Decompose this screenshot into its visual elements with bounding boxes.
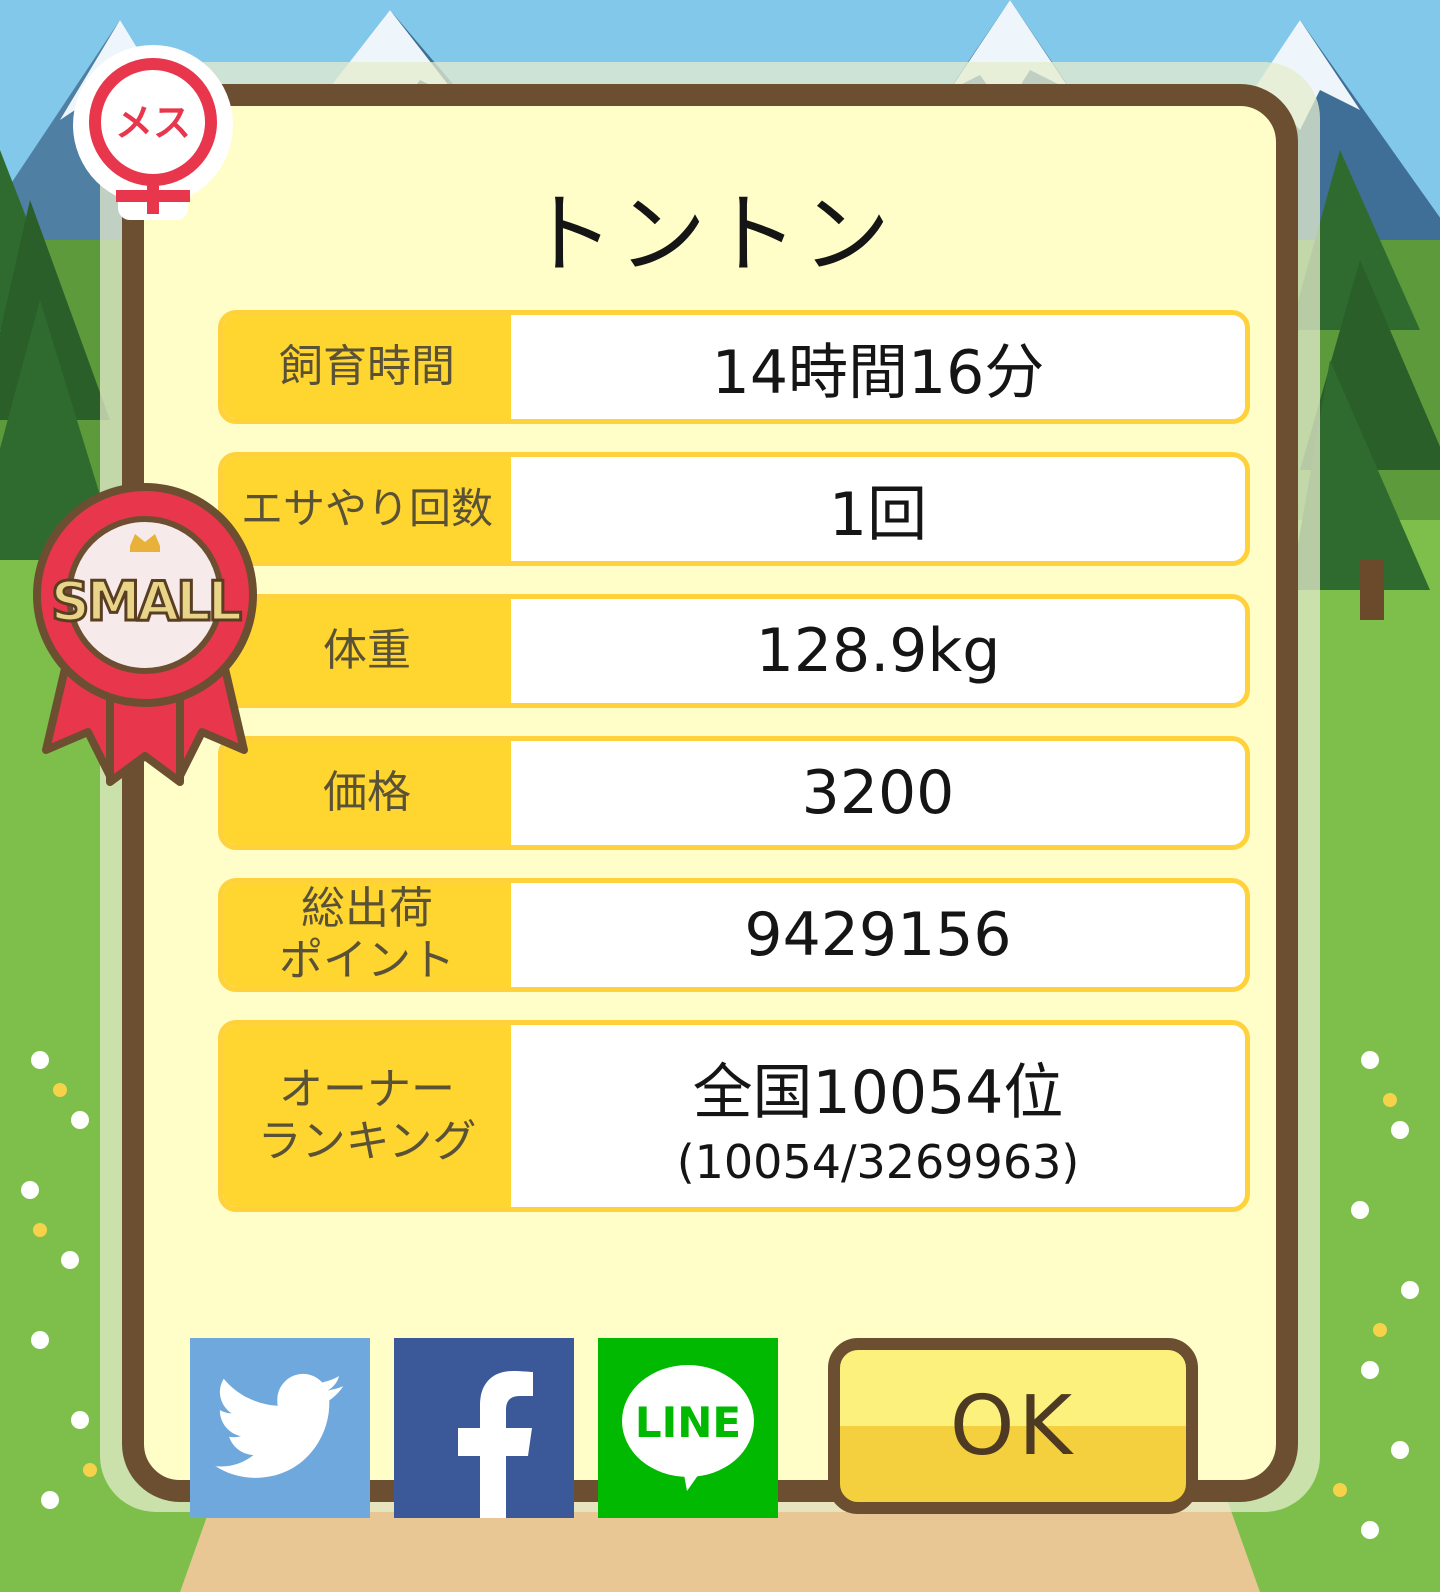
stat-value-text: 1回 <box>828 479 928 550</box>
ranking-text: 全国10054位 <box>692 1057 1064 1128</box>
size-badge-text: SMALL <box>51 570 241 633</box>
stat-label: 飼育時間 <box>223 315 511 419</box>
stat-row-weight: 体重 128.9kg <box>218 594 1250 708</box>
line-logo-text: LINE <box>635 1398 741 1447</box>
stat-value-text: 14時間16分 <box>711 337 1045 408</box>
stat-row-breeding-time: 飼育時間 14時間16分 <box>218 310 1250 424</box>
stat-row-feed-count: エサやり回数 1回 <box>218 452 1250 566</box>
stat-value-text: 3200 <box>801 758 955 828</box>
facebook-share-button[interactable] <box>394 1338 574 1518</box>
facebook-icon <box>458 1371 533 1518</box>
gender-badge-text: メス <box>115 101 191 145</box>
stat-row-price: 価格 3200 <box>218 736 1250 850</box>
ranking-detail: (10054/3269963) <box>676 1134 1080 1189</box>
line-icon: LINE <box>622 1365 754 1491</box>
line-share-button[interactable]: LINE <box>598 1338 778 1518</box>
twitter-icon <box>215 1373 343 1478</box>
stat-label: 総出荷 ポイント <box>223 883 511 987</box>
stat-value: 全国10054位 (10054/3269963) <box>511 1025 1245 1207</box>
twitter-share-button[interactable] <box>190 1338 370 1518</box>
stat-value: 128.9kg <box>511 599 1245 703</box>
stat-row-shipping-points: 総出荷 ポイント 9429156 <box>218 878 1250 992</box>
stat-row-owner-ranking: オーナー ランキング 全国10054位 (10054/3269963) <box>218 1020 1250 1212</box>
ok-button[interactable]: OK <box>828 1338 1198 1514</box>
stat-value: 9429156 <box>511 883 1245 987</box>
stat-value: 1回 <box>511 457 1245 561</box>
stat-value-text: 9429156 <box>744 900 1012 970</box>
pig-info-card: トントン 飼育時間 14時間16分 エサやり回数 1回 体重 128.9kg 価… <box>122 84 1298 1518</box>
stat-value: 14時間16分 <box>511 315 1245 419</box>
stat-value-text: 128.9kg <box>755 616 1001 686</box>
size-rosette-badge: SMALL <box>33 483 257 786</box>
pig-name: トントン <box>525 183 894 286</box>
stat-label: オーナー ランキング <box>223 1025 511 1207</box>
stat-value: 3200 <box>511 741 1245 845</box>
female-gender-badge: メス <box>73 45 233 220</box>
